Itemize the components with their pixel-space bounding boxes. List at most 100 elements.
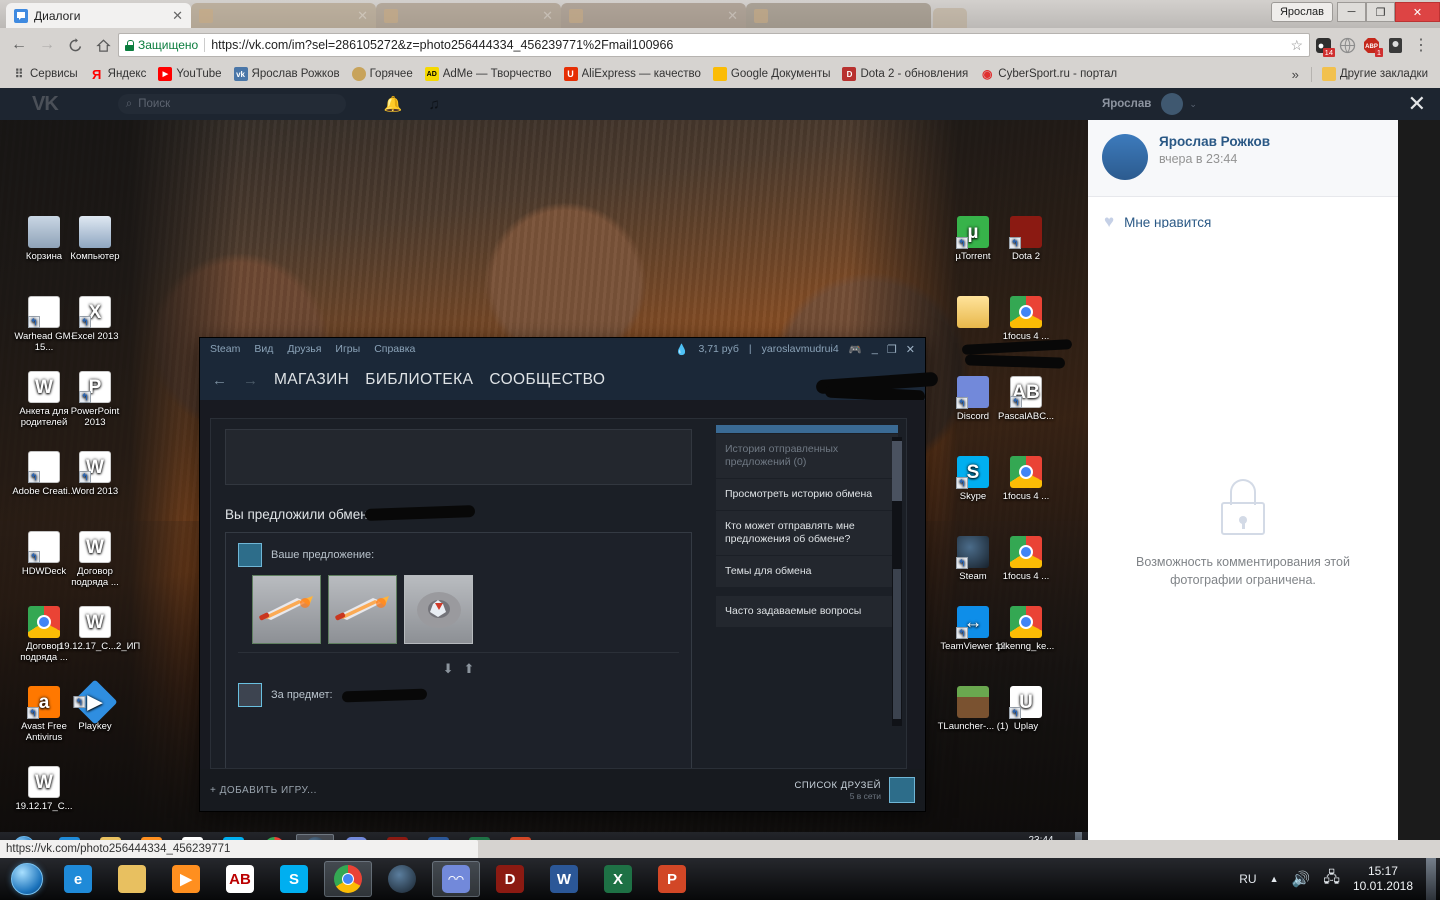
globe-extension-icon[interactable] [1336, 34, 1358, 56]
desktop-icon[interactable]: W 19.12.17_С... [8, 766, 80, 812]
scrollbar-thumb[interactable] [892, 441, 902, 501]
reload-icon[interactable] [62, 32, 88, 58]
desktop-icon[interactable]: X ↰ Excel 2013 [59, 296, 131, 342]
bookmarks-overflow-button[interactable]: » [1284, 67, 1307, 82]
network-icon[interactable]: 🖧 [1323, 867, 1340, 892]
close-icon[interactable]: ✕ [727, 8, 738, 24]
sidebar-item-sent-history[interactable]: История отправленных предложений (0) [716, 434, 898, 478]
steam-account-name[interactable]: yaroslavmudrui4 [762, 343, 839, 355]
steam-menu-view[interactable]: Вид [254, 343, 273, 355]
minimize-button[interactable]: ─ [1337, 2, 1366, 22]
bookmark-yandex[interactable]: Я Яндекс [84, 65, 153, 83]
desktop-icon[interactable]: Компьютер [59, 216, 131, 262]
vk-search-input[interactable]: ⌕ Поиск [117, 94, 346, 114]
taskbar-button[interactable]: e [54, 861, 102, 897]
trade-item[interactable] [252, 575, 321, 644]
steam-tab-community[interactable]: СООБЩЕСТВО [489, 371, 605, 389]
show-desktop-button[interactable] [1426, 858, 1436, 900]
browser-tab[interactable]: ✕ [191, 3, 376, 28]
maximize-button[interactable]: ❐ [1366, 2, 1395, 22]
avatar[interactable] [1102, 134, 1148, 180]
home-icon[interactable] [90, 32, 116, 58]
steam-menu-friends[interactable]: Друзья [287, 343, 321, 355]
show-desktop-button[interactable] [1075, 832, 1082, 840]
sidebar-item-view-trade-history[interactable]: Просмотреть историю обмена [716, 479, 898, 510]
chevron-up-icon[interactable]: ▲ [1270, 874, 1279, 884]
network-icon[interactable]: 🖧 [996, 839, 1007, 841]
avatar[interactable] [1161, 93, 1184, 115]
browser-tab[interactable] [746, 3, 931, 28]
taskbar-button[interactable]: P [501, 834, 539, 840]
bookmark-youtube[interactable]: ▶ YouTube [152, 65, 227, 83]
bookmark-services[interactable]: ⠿ Сервисы [6, 65, 84, 83]
desktop-icon[interactable]: W ↰ Word 2013 [59, 451, 131, 497]
desktop-icon[interactable]: 1focus 4 ... [990, 296, 1062, 342]
desktop-icon[interactable]: AB ↰ PascalABC... [990, 376, 1062, 422]
back-icon[interactable]: ← [212, 372, 227, 389]
desktop-icon[interactable]: ▶ ↰ Playkey [59, 679, 131, 732]
browser-tab[interactable]: ✕ [376, 3, 561, 28]
trade-item[interactable] [404, 575, 473, 644]
scrollbar-thumb-secondary[interactable] [893, 569, 901, 719]
bookmark-star-icon[interactable]: ☆ [1290, 37, 1303, 54]
steam-menu-help[interactable]: Справка [374, 343, 415, 355]
desktop-icon[interactable]: ↰ Dota 2 [990, 216, 1062, 262]
forward-icon[interactable]: → [34, 32, 60, 58]
taskbar-button[interactable]: X [594, 861, 642, 897]
desktop-icon[interactable]: W 19.12.17_С...2_ИП [59, 606, 140, 652]
steam-wallet[interactable]: 3,71 руб [698, 343, 738, 355]
taskbar-button[interactable]: P [648, 861, 696, 897]
bookmark-adme[interactable]: AD AdMe — Творчество [419, 65, 558, 83]
trade-item[interactable] [328, 575, 397, 644]
browser-tab[interactable]: ✕ [561, 3, 746, 28]
steam-menu-steam[interactable]: Steam [210, 343, 240, 355]
adblock-plus-icon[interactable]: ABP 1 [1360, 34, 1383, 57]
steam-tab-library[interactable]: БИБЛИОТЕКА [365, 371, 473, 389]
panel-user-name[interactable]: Ярослав [1102, 98, 1151, 110]
forward-icon[interactable]: → [243, 372, 258, 389]
author-name[interactable]: Ярослав Рожков [1159, 134, 1270, 149]
taskbar-button[interactable]: AB [216, 861, 264, 897]
close-icon[interactable]: ✕ [172, 8, 183, 24]
add-game-button[interactable]: + ДОБАВИТЬ ИГРУ... [210, 785, 317, 796]
back-icon[interactable]: ← [6, 32, 32, 58]
close-button[interactable]: ✕ [906, 343, 915, 356]
desktop-icon[interactable]: 1focus 4 ... [990, 536, 1062, 582]
taskbar-button[interactable]: ▶ [162, 861, 210, 897]
bookmark-vk-profile[interactable]: vk Ярослав Рожков [228, 65, 346, 83]
steam-menu-games[interactable]: Игры [335, 343, 360, 355]
taskbar-button[interactable]: ◠◠ [432, 861, 480, 897]
desktop-icon[interactable]: 1focus 4 ... [990, 456, 1062, 502]
chrome-menu-icon[interactable]: ⋮ [1408, 32, 1434, 58]
close-icon[interactable]: ✕ [542, 8, 553, 24]
bell-icon[interactable]: 🔔 [384, 95, 403, 113]
taskbar-button[interactable]: S [270, 861, 318, 897]
sidebar-item-faq[interactable]: Часто задаваемые вопросы [716, 596, 898, 627]
taskbar-button[interactable]: D [486, 861, 534, 897]
bookmark-dota2[interactable]: D Dota 2 - обновления [836, 65, 974, 83]
other-bookmarks-folder[interactable]: Другие закладки [1316, 65, 1434, 83]
clock[interactable]: 23:44 09.01.2018 [1016, 835, 1066, 840]
desktop-icon[interactable]: pikenng_ke... [990, 606, 1062, 652]
music-note-icon[interactable]: ♫ [428, 96, 439, 113]
maximize-button[interactable]: ❐ [887, 343, 897, 356]
desktop-icon[interactable]: U ↰ Uplay [990, 686, 1062, 732]
friends-list-button[interactable]: СПИСОК ДРУЗЕЙ 5 в сети [794, 777, 915, 803]
taskbar-button[interactable] [324, 861, 372, 897]
vk-logo[interactable]: VK [32, 93, 59, 116]
trade-message-box[interactable] [225, 429, 692, 485]
chrome-profile-badge[interactable]: Ярослав [1270, 2, 1333, 22]
bookmark-aliexpress[interactable]: U AliExpress — качество [558, 65, 707, 83]
photo-image[interactable]: Корзина Компьютер ↰ Warhead GM-15... X ↰ Excel… [0, 120, 1088, 840]
bookmark-google-docs[interactable]: Google Документы [707, 65, 837, 83]
desktop-icon[interactable]: P ↰ PowerPoint 2013 [59, 371, 131, 428]
clock[interactable]: 15:17 10.01.2018 [1353, 864, 1413, 894]
browser-tab-active[interactable]: Диалоги ✕ [6, 3, 191, 28]
new-tab-button[interactable] [933, 8, 967, 28]
language-indicator[interactable]: RU [1239, 872, 1256, 886]
desktop-icon[interactable]: W Договор подряда ... [59, 531, 131, 588]
taskbar-button[interactable] [378, 861, 426, 897]
close-icon[interactable]: ✕ [357, 8, 368, 24]
bookmark-cybersport[interactable]: ◉ CyberSport.ru - портал [974, 65, 1123, 83]
chevron-down-icon[interactable]: ⌄ [1189, 99, 1197, 110]
